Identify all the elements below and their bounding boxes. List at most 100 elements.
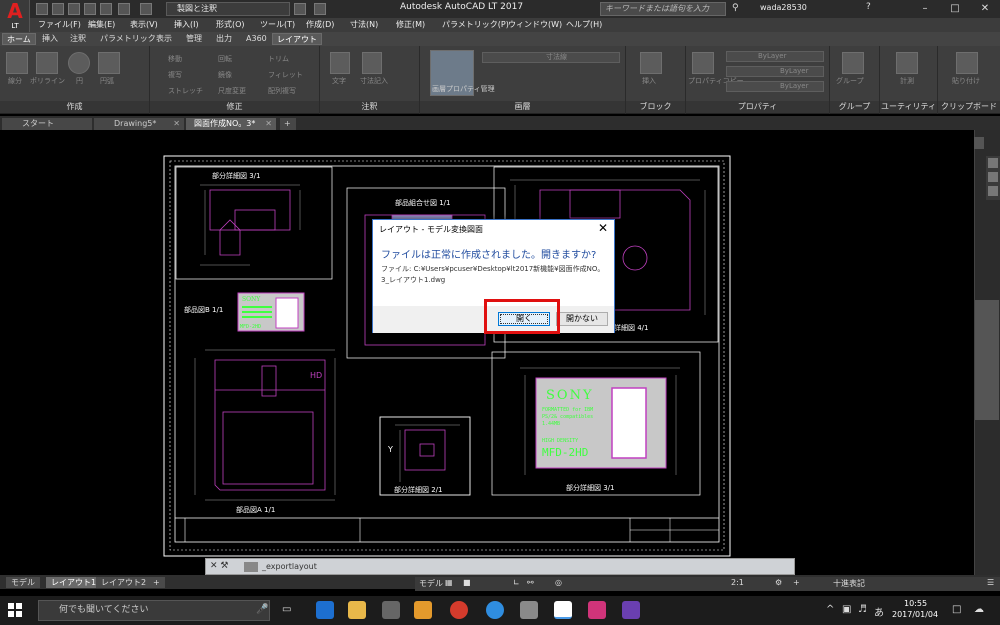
space-toggle[interactable]: モデル — [419, 578, 443, 589]
orbit-icon[interactable] — [988, 186, 998, 196]
dialog-close-icon[interactable]: ✕ — [598, 221, 608, 235]
group-annotate-label[interactable]: 注釈 — [320, 101, 419, 113]
clock-date[interactable]: 2017/01/04 — [892, 610, 938, 619]
windows-start-icon[interactable] — [8, 603, 22, 617]
tab-layout[interactable]: レイアウト — [272, 33, 322, 45]
annotation-scale[interactable]: 2:1 — [731, 578, 744, 587]
file-tab-current[interactable]: 図面作成NO。3* ✕ — [186, 118, 276, 130]
layout-tab-layout1[interactable]: レイアウト1 — [46, 577, 102, 588]
copy-label[interactable]: 複写 — [168, 70, 182, 80]
microphone-icon[interactable]: 🎤 — [256, 604, 268, 615]
dimension-icon[interactable] — [362, 52, 382, 74]
group-block-label[interactable]: ブロック — [626, 101, 685, 113]
open-icon[interactable] — [52, 3, 64, 15]
add-icon[interactable]: + — [793, 578, 800, 587]
settings-gear-icon[interactable]: ⚙ — [775, 578, 782, 587]
polyline-icon[interactable] — [36, 52, 58, 74]
minimize-button[interactable]: – — [910, 0, 940, 18]
new-tab-button[interactable]: + — [280, 118, 296, 130]
rotate-label[interactable]: 回転 — [218, 54, 232, 64]
trim-label[interactable]: トリム — [268, 54, 289, 64]
weather-icon[interactable]: ☁ — [974, 604, 984, 615]
layout-tab-model[interactable]: モデル — [6, 577, 40, 588]
menu-modify[interactable]: 修正(M) — [396, 19, 425, 30]
group-clipboard-label[interactable]: クリップボード — [938, 101, 1000, 113]
tray-chevron-icon[interactable]: ^ — [826, 604, 834, 615]
file-explorer-icon[interactable] — [348, 601, 366, 619]
chrome-icon[interactable] — [450, 601, 468, 619]
menu-edit[interactable]: 編集(E) — [88, 19, 115, 30]
menu-tools[interactable]: ツール(T) — [260, 19, 295, 30]
print-icon[interactable] — [100, 3, 112, 15]
match-properties-icon[interactable] — [692, 52, 714, 74]
tab-manage[interactable]: 管理 — [182, 33, 206, 45]
tab-output[interactable]: 出力 — [212, 33, 236, 45]
undo-icon[interactable] — [118, 3, 130, 15]
add-layout-button[interactable]: + — [148, 577, 165, 588]
internet-explorer-icon[interactable] — [486, 601, 504, 619]
network-icon[interactable]: ▣ — [842, 604, 851, 615]
volume-icon[interactable]: ♬ — [858, 604, 867, 615]
menu-view[interactable]: 表示(V) — [130, 19, 158, 30]
dont-open-button[interactable]: 開かない — [556, 312, 608, 326]
customize-icon[interactable]: ☰ — [987, 578, 994, 587]
menu-window[interactable]: ウィンドウ(W) — [508, 19, 562, 30]
group-utilities-label[interactable]: ユーティリティ — [880, 101, 937, 113]
help-icon[interactable]: ? — [866, 2, 871, 12]
redo-icon[interactable] — [140, 3, 152, 15]
layer-dropdown[interactable]: 寸法線 — [482, 52, 620, 63]
menu-file[interactable]: ファイル(F) — [38, 19, 81, 30]
paste-icon[interactable] — [956, 52, 978, 74]
command-line[interactable]: ✕ ⚒ _exportlayout — [205, 558, 795, 575]
text-icon[interactable] — [330, 52, 350, 74]
group-create-label[interactable]: 作成 — [0, 101, 149, 113]
stretch-label[interactable]: ストレッチ — [168, 86, 203, 96]
group-properties-label[interactable]: プロパティ — [686, 101, 829, 113]
move-label[interactable]: 移動 — [168, 54, 182, 64]
insert-block-icon[interactable] — [640, 52, 662, 74]
ortho-icon[interactable]: ∟ — [513, 578, 520, 587]
tab-view[interactable]: 表示 — [152, 33, 176, 45]
save-icon[interactable] — [68, 3, 80, 15]
circle-icon[interactable] — [68, 52, 90, 74]
clock-time[interactable]: 10:55 — [904, 599, 927, 608]
character-app-icon[interactable] — [622, 601, 640, 619]
paint-icon[interactable] — [520, 601, 538, 619]
grid-icon[interactable]: ▦ — [445, 578, 453, 587]
cortana-search-box[interactable]: 何でも聞いてください — [38, 600, 270, 621]
close-button[interactable]: ✕ — [970, 0, 1000, 18]
search-input[interactable]: キーワードまたは語句を入力 — [600, 2, 726, 16]
group-modify-label[interactable]: 修正 — [150, 101, 319, 113]
arc-icon[interactable] — [98, 52, 120, 74]
close-tab-icon[interactable]: ✕ — [173, 118, 180, 130]
measure-icon[interactable] — [896, 52, 918, 74]
linetype-dropdown[interactable]: ByLayer — [726, 66, 824, 77]
search-icon[interactable]: ⚲ — [732, 3, 739, 13]
drawing-canvas[interactable]: 部分詳細図 3/1 部品組合せ図 1/1 部品図B 1/1 詳細図 4/1 部品… — [0, 130, 974, 575]
ime-icon[interactable]: あ — [874, 604, 884, 619]
fillet-label[interactable]: フィレット — [268, 70, 303, 80]
units-label[interactable]: 十進表記 — [833, 578, 865, 589]
menu-insert[interactable]: 挿入(I) — [174, 19, 199, 30]
pan-icon[interactable] — [988, 158, 998, 168]
tab-annotate[interactable]: 注釈 — [66, 33, 90, 45]
menu-help[interactable]: ヘルプ(H) — [566, 19, 602, 30]
osnap-icon[interactable]: ◎ — [555, 578, 562, 587]
task-view-icon[interactable]: ▭ — [282, 604, 291, 615]
tab-home[interactable]: ホーム — [2, 33, 36, 45]
polar-icon[interactable]: ⚯ — [527, 578, 534, 587]
tab-insert[interactable]: 挿入 — [38, 33, 62, 45]
edge-icon[interactable] — [316, 601, 334, 619]
group-icon[interactable] — [842, 52, 864, 74]
array-label[interactable]: 配列複写 — [268, 86, 296, 96]
maximize-button[interactable]: □ — [940, 0, 970, 18]
file-tab-start[interactable]: スタート — [2, 118, 92, 130]
command-prompt-icon[interactable] — [244, 562, 258, 572]
zoom-icon[interactable] — [988, 172, 998, 182]
lineweight-dropdown[interactable]: ByLayer — [726, 81, 824, 92]
menu-parametric[interactable]: パラメトリック(P) — [442, 19, 509, 30]
file-tab-drawing5[interactable]: Drawing5* ✕ — [94, 118, 184, 130]
close-tab-icon[interactable]: ✕ — [265, 118, 272, 130]
share-icon[interactable] — [294, 3, 306, 15]
store-icon[interactable] — [382, 601, 400, 619]
